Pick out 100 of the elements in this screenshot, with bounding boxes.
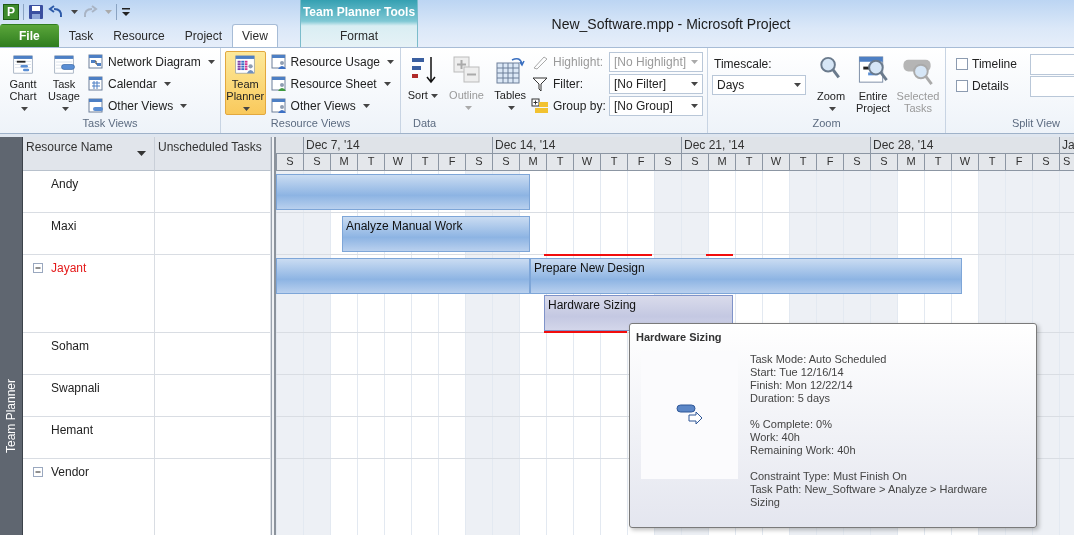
checkbox[interactable] (956, 58, 968, 70)
collapse-icon[interactable] (33, 263, 43, 273)
timescale-label: Timescale: (713, 56, 773, 73)
view-menu-button[interactable]: Network Diagram (86, 51, 217, 73)
day-header: M (708, 154, 735, 170)
day-header: T (789, 154, 816, 170)
day-header: S (654, 154, 681, 170)
dropdown-field[interactable] (1029, 54, 1074, 75)
day-header: W (573, 154, 600, 170)
day-header: S (681, 154, 708, 170)
customize-menu-icon (121, 7, 131, 17)
day-header: W (951, 154, 978, 170)
field-label: Group by: (553, 99, 607, 113)
task-bar[interactable] (276, 174, 530, 210)
redo-icon (82, 4, 98, 20)
ribbon-button[interactable]: Gantt Chart (4, 51, 42, 115)
dropdown-field[interactable]: [No Group] (609, 96, 703, 116)
caret-icon (691, 82, 698, 86)
resource-name: Jayant (51, 261, 87, 275)
group-by-icon (531, 98, 549, 114)
resource-usage-icon (270, 54, 287, 70)
view-bar-label: Team Planner (4, 379, 18, 453)
day-header: S (1032, 154, 1059, 170)
sort-arrow-icon (137, 151, 146, 156)
resource-name: Andy (51, 177, 79, 191)
task-bar[interactable]: Prepare New Design (530, 258, 962, 294)
day-header: F (438, 154, 465, 170)
view-bar[interactable]: Team Planner (0, 137, 23, 535)
network-diagram-icon (88, 54, 104, 70)
dropdown-field[interactable]: [No Filter] (609, 74, 703, 94)
ribbon-button[interactable]: Entire Project (852, 51, 894, 115)
task-bar[interactable]: Analyze Manual Work (342, 216, 530, 252)
ribbon-tab[interactable]: Task (58, 24, 104, 47)
tooltip-line: Duration: 5 days (750, 392, 832, 405)
view-menu-button[interactable]: Resource Usage (268, 51, 396, 73)
ribbon-button[interactable]: Tables (492, 51, 528, 115)
column-header[interactable]: Resource Name (23, 137, 155, 171)
resource-sheet-icon (270, 76, 287, 92)
caret-icon (691, 60, 698, 64)
field-label: Filter: (553, 77, 584, 91)
highlight-icon (531, 54, 549, 70)
calendar-icon (88, 76, 104, 92)
app-logo[interactable]: P (3, 4, 19, 20)
view-menu-button[interactable]: Resource Sheet (268, 73, 396, 95)
day-header: T (735, 154, 762, 170)
day-header: T (924, 154, 951, 170)
task-bar[interactable] (276, 258, 530, 294)
day-header: S (465, 154, 492, 170)
group-label: Data (412, 117, 438, 131)
day-header: T (411, 154, 438, 170)
day-header: T (546, 154, 573, 170)
timescale-dropdown[interactable]: Days (712, 75, 806, 95)
day-header: S (1059, 154, 1074, 170)
group-label: Split View (1010, 117, 1061, 131)
day-header: T (357, 154, 384, 170)
resource-name: Soham (51, 339, 90, 353)
save-icon (28, 4, 44, 20)
ribbon-button[interactable]: Sort (405, 51, 441, 115)
tooltip-line: Remaining Work: 40h (750, 444, 857, 457)
day-header: M (519, 154, 546, 170)
file-tab[interactable]: File (0, 24, 59, 47)
contextual-group-label: Team Planner Tools (301, 4, 417, 21)
outline-icon (450, 54, 483, 86)
dropdown-field[interactable] (1029, 76, 1074, 97)
day-header: S (870, 154, 897, 170)
resource-name: Hemant (51, 423, 94, 437)
tooltip-line: % Complete: 0% (750, 418, 833, 431)
group-label: Zoom (811, 117, 842, 131)
caret-icon (794, 83, 801, 87)
other-views-icon (88, 98, 104, 114)
ribbon-button[interactable]: Team Planner (225, 51, 266, 115)
day-header: M (330, 154, 357, 170)
field-label: Highlight: (553, 55, 605, 69)
tooltip-line: Start: Tue 12/16/14 (750, 366, 845, 379)
ribbon-tab[interactable]: Resource (103, 24, 175, 47)
collapse-icon[interactable] (33, 467, 43, 477)
day-header: W (384, 154, 411, 170)
caret-icon (105, 10, 112, 14)
tooltip-line: Task Mode: Auto Scheduled (750, 353, 888, 366)
checkbox-label: Details (972, 79, 1009, 93)
filter-icon (531, 76, 549, 92)
tooltip-line: Constraint Type: Must Finish On (750, 470, 908, 483)
ribbon-tab[interactable]: View (232, 24, 278, 47)
undo-icon (48, 4, 64, 20)
day-header: S (303, 154, 330, 170)
view-menu-button[interactable]: Other Views (86, 95, 217, 117)
resource-name: Vendor (51, 465, 90, 479)
resource-name: Maxi (51, 219, 77, 233)
view-menu-button[interactable]: Calendar (86, 73, 217, 95)
group-label: Resource Views (269, 117, 352, 131)
tooltip-line: Task Path: New_Software > Analyze > Hardware Sizing (750, 483, 989, 509)
ribbon-tab[interactable]: Project (174, 24, 233, 47)
checkbox[interactable] (956, 80, 968, 92)
ribbon-button[interactable]: Task Usage (45, 51, 83, 115)
overallocation-line (706, 254, 733, 256)
ribbon-tab[interactable]: Format (330, 24, 388, 47)
view-menu-button[interactable]: Other Views (268, 95, 396, 117)
column-header[interactable]: Unscheduled Tasks (155, 137, 271, 171)
other-views-icon (270, 98, 287, 114)
ribbon-button[interactable]: Zoom (813, 51, 849, 115)
